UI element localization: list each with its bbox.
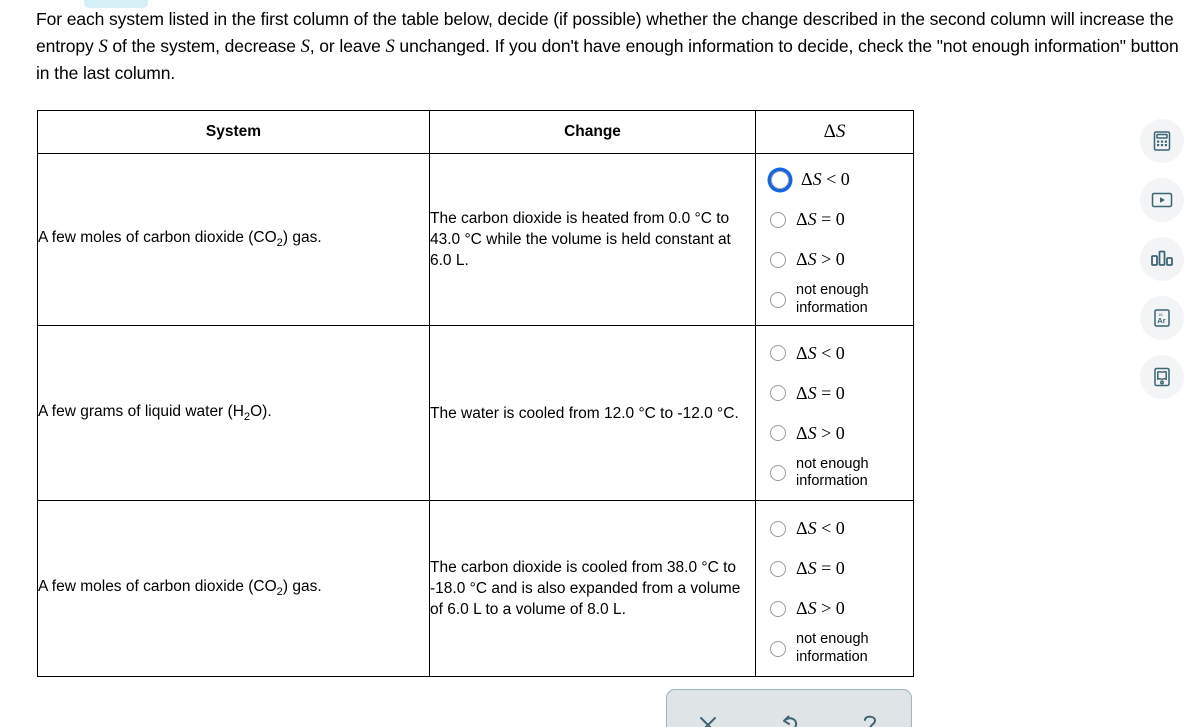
system-text-prefix: A few grams of liquid water (H <box>38 402 244 420</box>
delta-s-cell: ΔS < 0 ΔS = 0 ΔS > 0 not enough informat… <box>755 325 914 501</box>
rail-item-video[interactable] <box>1140 178 1184 222</box>
entropy-symbol-1: S <box>98 36 108 57</box>
radio-option-label: ΔS < 0 <box>801 169 850 189</box>
help-button[interactable] <box>843 707 897 727</box>
radio-option-not-enough-information[interactable]: not enough information <box>756 280 913 320</box>
system-text-prefix: A few moles of carbon dioxide (CO <box>38 578 277 596</box>
rail-item-data-chart[interactable] <box>1140 237 1184 281</box>
system-text-suffix: ) gas. <box>282 229 322 247</box>
clear-button[interactable] <box>681 707 735 727</box>
radio-button-icon[interactable] <box>770 211 786 228</box>
table-header: System Change ΔS <box>37 110 914 154</box>
radio-button-icon[interactable] <box>770 425 786 441</box>
rail-item-periodic-table[interactable]: 18 Ar <box>1140 296 1184 340</box>
rail-item-calculator[interactable] <box>1140 119 1184 163</box>
entropy-symbol-2: S <box>300 36 310 57</box>
change-cell: The carbon dioxide is cooled from 38.0 °… <box>429 500 756 677</box>
header-system: System <box>37 110 430 154</box>
radio-option-label: ΔS < 0 <box>796 342 845 363</box>
radio-option-label: not enough information <box>796 455 869 490</box>
radio-option-ds-equals-zero[interactable]: ΔS = 0 <box>756 549 913 589</box>
answer-toolbar <box>666 689 912 727</box>
close-x-icon <box>695 711 721 727</box>
radio-option-ds-equals-zero[interactable]: ΔS = 0 <box>756 373 913 413</box>
svg-text:Ar: Ar <box>1157 316 1165 325</box>
rail-item-reference-book[interactable] <box>1140 355 1184 399</box>
header-change: Change <box>429 110 756 154</box>
header-row: System Change ΔS <box>37 110 914 154</box>
radio-button-icon[interactable] <box>770 560 786 577</box>
radio-option-ds-less-than-zero[interactable]: ΔS < 0 <box>756 160 913 200</box>
radio-button-icon[interactable] <box>770 291 786 308</box>
radio-option-label: ΔS > 0 <box>796 598 845 618</box>
entropy-table-wrapper: System Change ΔS A few moles of carbon d… <box>37 110 914 677</box>
table-row: A few grams of liquid water (H2O). The w… <box>37 325 914 501</box>
radio-option-label: ΔS = 0 <box>796 382 845 403</box>
undo-arrow-icon <box>776 711 802 727</box>
system-cell: A few moles of carbon dioxide (CO2) gas. <box>37 500 430 677</box>
periodic-table-icon: 18 Ar <box>1151 307 1173 329</box>
radio-button-icon[interactable] <box>771 170 789 189</box>
question-mark-icon <box>857 711 883 727</box>
entropy-table: System Change ΔS A few moles of carbon d… <box>37 110 914 677</box>
undo-button[interactable] <box>762 707 816 727</box>
table-row: A few moles of carbon dioxide (CO2) gas.… <box>37 153 914 326</box>
radio-button-icon[interactable] <box>770 520 786 537</box>
radio-button-icon[interactable] <box>770 465 786 481</box>
radio-button-icon[interactable] <box>770 600 786 617</box>
table-body: A few moles of carbon dioxide (CO2) gas.… <box>37 153 914 677</box>
system-text-suffix: O). <box>250 402 272 420</box>
calculator-icon <box>1151 130 1173 152</box>
radio-option-not-enough-information[interactable]: not enough information <box>756 453 913 493</box>
prompt-text-3: , or leave <box>309 35 386 56</box>
prompt-text-2: of the system, decrease <box>107 35 301 56</box>
change-cell: The carbon dioxide is heated from 0.0 °C… <box>429 153 756 326</box>
radio-option-label: ΔS > 0 <box>796 422 845 443</box>
radio-option-ds-less-than-zero[interactable]: ΔS < 0 <box>756 509 913 549</box>
radio-option-ds-equals-zero[interactable]: ΔS = 0 <box>756 200 913 240</box>
table-row: A few moles of carbon dioxide (CO2) gas.… <box>37 500 914 677</box>
radio-button-icon[interactable] <box>770 251 786 268</box>
radio-button-icon[interactable] <box>770 345 786 361</box>
radio-option-label: not enough information <box>796 631 869 665</box>
delta-s-cell: ΔS < 0 ΔS = 0 ΔS > 0 not enough informat… <box>755 153 914 326</box>
radio-option-ds-greater-than-zero[interactable]: ΔS > 0 <box>756 413 913 453</box>
radio-option-ds-greater-than-zero[interactable]: ΔS > 0 <box>756 589 913 629</box>
system-cell: A few grams of liquid water (H2O). <box>37 325 430 501</box>
radio-button-icon[interactable] <box>770 385 786 401</box>
radio-option-label: ΔS < 0 <box>796 518 845 538</box>
tool-rail: 18 Ar <box>1140 119 1186 414</box>
radio-option-ds-greater-than-zero[interactable]: ΔS > 0 <box>756 240 913 280</box>
page-root: For each system listed in the first colu… <box>0 0 1200 727</box>
system-text-prefix: A few moles of carbon dioxide (CO <box>38 229 277 247</box>
radio-option-label: ΔS > 0 <box>796 249 845 269</box>
radio-option-not-enough-information[interactable]: not enough information <box>756 629 913 669</box>
video-play-icon <box>1150 190 1174 210</box>
radio-option-label: ΔS = 0 <box>796 209 845 229</box>
system-cell: A few moles of carbon dioxide (CO2) gas. <box>37 153 430 326</box>
radio-option-ds-less-than-zero[interactable]: ΔS < 0 <box>756 333 913 373</box>
delta-s-cell: ΔS < 0 ΔS = 0 ΔS > 0 not enough informat… <box>755 500 914 677</box>
change-cell: The water is cooled from 12.0 °C to -12.… <box>429 325 756 501</box>
radio-option-label: ΔS = 0 <box>796 558 845 578</box>
radio-button-icon[interactable] <box>770 640 786 657</box>
system-text-suffix: ) gas. <box>282 578 322 596</box>
header-delta-s: ΔS <box>755 110 914 154</box>
reference-book-icon <box>1151 366 1173 388</box>
radio-option-label: not enough information <box>796 282 869 316</box>
bar-chart-icon <box>1149 248 1175 270</box>
entropy-symbol-3: S <box>385 36 395 57</box>
instruction-paragraph: For each system listed in the first colu… <box>36 6 1194 87</box>
